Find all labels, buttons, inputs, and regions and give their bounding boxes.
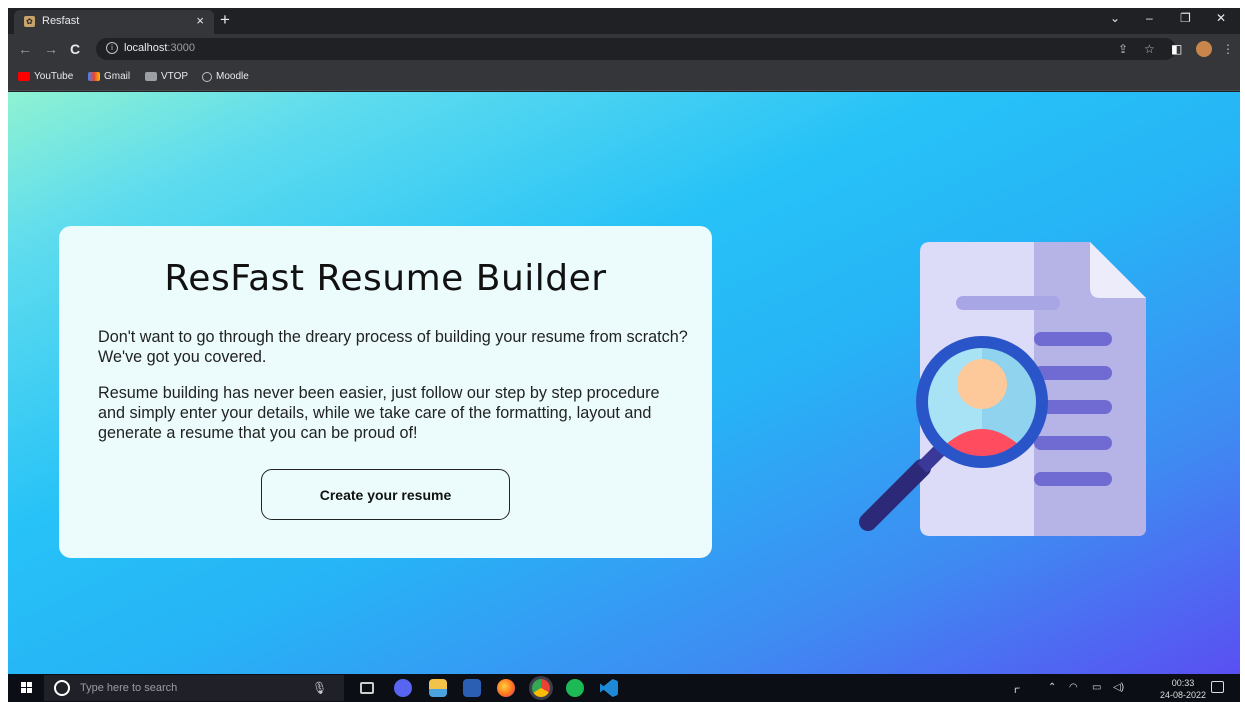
wifi-icon[interactable]: ◠ xyxy=(1069,682,1078,693)
tab-resfast[interactable]: ✿ Resfast × xyxy=(14,10,214,34)
forward-button[interactable]: → xyxy=(44,41,58,57)
doc-line xyxy=(1034,332,1112,346)
vtop-icon xyxy=(145,72,157,81)
clock-time: 00:33 xyxy=(1171,678,1195,688)
start-pane xyxy=(21,682,26,687)
doc-line xyxy=(956,296,1060,310)
screen: ✿ Resfast × + ⌄ – ❐ ✕ ← → C i localhost:… xyxy=(8,8,1240,702)
page-viewport: ResFast Resume Builder Don't want to go … xyxy=(8,92,1240,674)
spotify-icon[interactable] xyxy=(566,679,584,697)
address-host: localhost xyxy=(124,42,168,54)
hero-card: ResFast Resume Builder Don't want to go … xyxy=(59,226,712,558)
start-pane xyxy=(27,688,32,693)
create-resume-button[interactable]: Create your resume xyxy=(261,469,510,520)
address-url: localhost:3000 xyxy=(124,42,195,54)
word-icon[interactable] xyxy=(463,679,481,697)
file-explorer-icon[interactable] xyxy=(429,679,447,697)
firefox-icon[interactable] xyxy=(497,679,515,697)
chrome-icon[interactable] xyxy=(532,679,550,697)
bookmark-label: Gmail xyxy=(104,71,131,82)
profile-avatar[interactable] xyxy=(1196,41,1212,57)
bookmark-star-icon[interactable]: ☆ xyxy=(1144,42,1155,56)
notification-icon[interactable] xyxy=(1211,681,1224,693)
description-text: Resume building has never been easier, j… xyxy=(98,384,660,442)
tab-close-icon[interactable]: × xyxy=(196,13,204,28)
address-port: :3000 xyxy=(167,42,195,54)
bookmark-moodle[interactable]: Moodle xyxy=(202,71,249,82)
tab-title: Resfast xyxy=(42,15,80,27)
clock-date: 24-08-2022 xyxy=(1160,690,1207,700)
doc-line xyxy=(1034,472,1112,486)
restore-button[interactable]: ❐ xyxy=(1180,11,1191,25)
windows-start-icon[interactable] xyxy=(21,682,33,694)
bookmark-label: YouTube xyxy=(34,71,74,82)
start-pane xyxy=(27,682,32,687)
volume-icon[interactable]: ◁) xyxy=(1113,682,1124,693)
browser-toolbar: ← → C i localhost:3000 ⇪ ☆ ◧ ⋮ xyxy=(8,34,1240,64)
doc-line xyxy=(1034,366,1112,380)
back-button[interactable]: ← xyxy=(18,41,32,57)
search-placeholder: Type here to search xyxy=(80,682,178,694)
address-bar[interactable]: i localhost:3000 xyxy=(96,38,1176,60)
bookmark-youtube[interactable]: YouTube xyxy=(18,71,73,82)
tab-search-chevron-icon[interactable]: ⌄ xyxy=(1110,11,1120,25)
share-icon[interactable]: ⇪ xyxy=(1118,42,1128,56)
doc-line xyxy=(1034,436,1112,450)
people-icon[interactable]: ꭈ xyxy=(1014,682,1020,696)
windows-taskbar: Type here to search 🎙 ꭈ ⌃ ◠ ▭ ◁) 00:33 2… xyxy=(8,674,1240,702)
favicon-icon: ✿ xyxy=(24,16,35,27)
menu-kebab-icon[interactable]: ⋮ xyxy=(1222,42,1234,56)
bookmarks-bar: YouTube Gmail VTOP Moodle xyxy=(8,64,1240,91)
microphone-icon[interactable]: 🎙 xyxy=(312,681,327,695)
magnifier-handle xyxy=(859,459,931,531)
document-magnifier-icon xyxy=(859,242,1146,536)
youtube-icon xyxy=(18,72,30,81)
chevron-up-icon[interactable]: ⌃ xyxy=(1048,682,1056,693)
bookmark-label: VTOP xyxy=(161,71,189,82)
vscode-icon[interactable] xyxy=(600,679,618,697)
new-tab-button[interactable]: + xyxy=(220,10,230,30)
task-view-icon[interactable] xyxy=(360,682,374,694)
intro-text: Don't want to go through the dreary proc… xyxy=(98,328,688,366)
cortana-icon xyxy=(54,680,70,696)
taskbar-clock[interactable]: 00:33 24-08-2022 xyxy=(1160,677,1206,701)
bookmark-vtop[interactable]: VTOP xyxy=(145,71,188,82)
taskbar-search[interactable]: Type here to search 🎙 xyxy=(44,675,344,701)
page-title: ResFast Resume Builder xyxy=(164,258,607,299)
reload-button[interactable]: C xyxy=(70,41,80,57)
start-pane xyxy=(21,688,26,693)
bookmark-label: Moodle xyxy=(216,71,249,82)
document-corner xyxy=(1090,242,1146,298)
battery-icon[interactable]: ▭ xyxy=(1092,682,1101,693)
discord-icon[interactable] xyxy=(394,679,412,697)
bookmark-gmail[interactable]: Gmail xyxy=(88,71,130,82)
tab-strip: ✿ Resfast × + ⌄ – ❐ ✕ xyxy=(8,8,1240,34)
side-panel-icon[interactable]: ◧ xyxy=(1171,42,1182,56)
close-window-button[interactable]: ✕ xyxy=(1216,11,1226,25)
person-head xyxy=(957,359,1007,409)
globe-icon xyxy=(202,71,212,82)
minimize-button[interactable]: – xyxy=(1146,11,1153,25)
site-info-icon[interactable]: i xyxy=(106,42,118,54)
gmail-icon xyxy=(88,72,100,81)
